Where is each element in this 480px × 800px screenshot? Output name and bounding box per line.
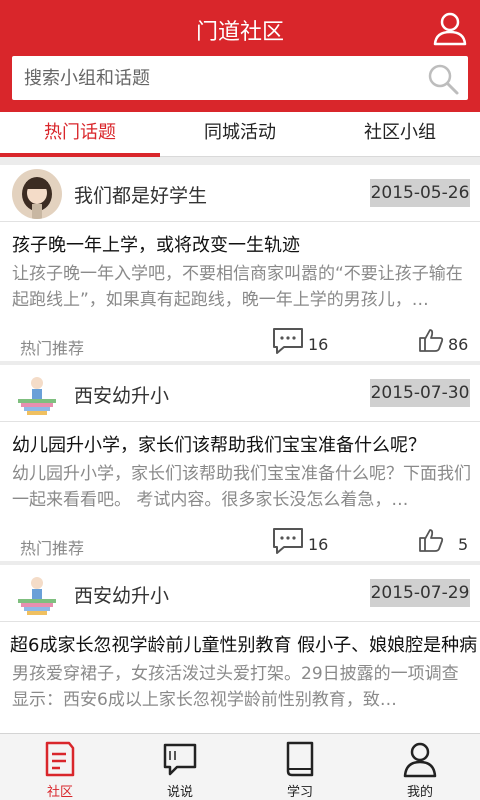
chat-icon [162,740,198,778]
post-date: 2015-05-26 [370,179,470,207]
comment-icon[interactable] [272,527,304,555]
post-card[interactable]: 西安幼升小 2015-07-29 超6成家长忽视学龄前儿童性别教育 假小子、娘娘… [0,565,480,733]
post-title[interactable]: 孩子晚一年上学，或将改变一生轨迹 [12,231,480,257]
community-icon [42,740,78,778]
nav-chat[interactable]: 说说 [120,734,240,800]
hot-tag: 热门推荐 [20,339,85,358]
post-header: 我们都是好学生 2015-05-26 [0,165,480,221]
page-title: 门道社区 [195,20,284,45]
thumbs-up-icon[interactable] [418,327,444,353]
tab-local-events[interactable]: 同城活动 [160,112,320,157]
post-date: 2015-07-30 [370,379,470,407]
search-bar [12,56,468,100]
nav-study[interactable]: 学习 [240,734,360,800]
search-icon[interactable] [426,62,460,96]
top-bar: 门道社区 [0,0,480,112]
comment-count: 16 [308,535,329,554]
divider [0,421,480,422]
divider [0,621,480,622]
comment-icon[interactable] [272,327,304,355]
group-avatar[interactable] [12,169,62,219]
user-icon[interactable] [430,9,470,49]
group-avatar[interactable] [12,369,62,419]
nav-label: 社区 [46,785,73,800]
post-header: 西安幼升小 2015-07-29 [0,565,480,621]
nav-community[interactable]: 社区 [0,734,120,800]
active-tab-indicator [0,153,160,157]
thumbs-up-icon[interactable] [418,527,444,553]
tab-hot-topics[interactable]: 热门话题 [0,112,160,157]
group-name[interactable]: 西安幼升小 [74,381,169,408]
nav-label: 学习 [286,785,313,800]
divider [0,221,480,222]
post-card[interactable]: 我们都是好学生 2015-05-26 孩子晚一年上学，或将改变一生轨迹 让孩子晚… [0,165,480,361]
nav-label: 我的 [406,785,433,800]
comment-count: 16 [308,335,329,354]
profile-icon [402,740,438,778]
topic-tabs: 热门话题 同城活动 社区小组 [0,112,480,157]
post-excerpt: 幼儿园升小学，家长们该帮助我们宝宝准备什么呢？下面我们一起来看看吧。 考试内容。… [12,464,471,510]
post-date: 2015-07-29 [370,579,470,607]
nav-profile[interactable]: 我的 [360,734,480,800]
tab-community-groups[interactable]: 社区小组 [320,112,480,157]
search-input[interactable] [24,56,424,100]
post-excerpt: 让孩子晚一年入学吧，不要相信商家叫嚣的“不要让孩子输在起跑线上”，如果真有起跑线… [12,264,463,310]
nav-label: 说说 [166,785,193,800]
post-excerpt: 男孩爱穿裙子，女孩活泼过头爱打架。29日披露的一项调查显示：西安6成以上家长忽视… [12,664,459,710]
post-card[interactable]: 西安幼升小 2015-07-30 幼儿园升小学，家长们该帮助我们宝宝准备什么呢？… [0,365,480,561]
like-count: 86 [448,335,469,354]
like-count: 5 [458,535,469,554]
post-title[interactable]: 超6成家长忽视学龄前儿童性别教育 假小子、娘娘腔是种病 [10,631,480,657]
bottom-navigation: 社区 说说 学习 我的 [0,733,480,800]
group-avatar[interactable] [12,569,62,619]
group-name[interactable]: 西安幼升小 [74,581,169,608]
group-name[interactable]: 我们都是好学生 [74,181,207,208]
post-title[interactable]: 幼儿园升小学，家长们该帮助我们宝宝准备什么呢？ [12,431,480,457]
book-icon [282,740,318,778]
post-header: 西安幼升小 2015-07-30 [0,365,480,421]
hot-tag: 热门推荐 [20,539,85,558]
